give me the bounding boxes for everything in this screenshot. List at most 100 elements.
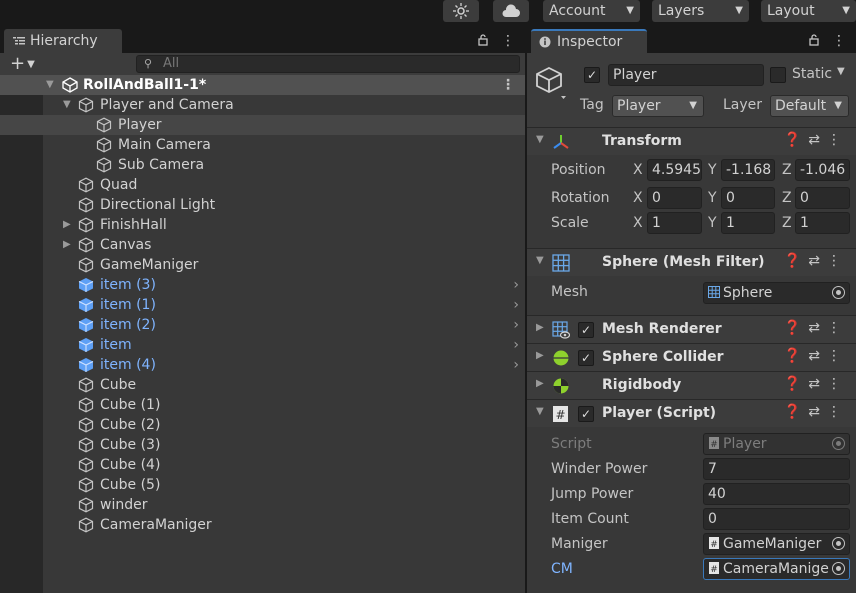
kebab-menu-icon[interactable]: ⋮ — [832, 33, 846, 49]
tab-hierarchy[interactable]: Hierarchy — [4, 29, 122, 53]
prefab-open-chevron-icon[interactable]: › — [513, 335, 519, 355]
prefab-open-chevron-icon[interactable]: › — [513, 355, 519, 375]
scale-x-field[interactable]: 1 — [647, 212, 702, 234]
lock-icon[interactable] — [477, 33, 493, 49]
mesh-filter-component-header[interactable]: ▼ Sphere (Mesh Filter) ❓⇄⋮ — [527, 248, 856, 276]
expand-arrow-icon[interactable]: ▼ — [63, 95, 71, 115]
hierarchy-item[interactable]: winder — [0, 495, 525, 515]
position-z-field[interactable]: -1.046 — [795, 159, 850, 181]
axis-z-label[interactable]: Z — [782, 162, 792, 178]
hierarchy-item[interactable]: CameraManiger — [0, 515, 525, 535]
light-icon[interactable] — [443, 0, 479, 22]
scale-z-field[interactable]: 1 — [795, 212, 850, 234]
item-count-field[interactable]: 0 — [703, 508, 850, 530]
axis-z-label[interactable]: Z — [782, 215, 792, 231]
jump-power-field[interactable]: 40 — [703, 483, 850, 505]
kebab-menu-icon[interactable]: ⋮ — [827, 320, 848, 336]
account-dropdown[interactable]: Account ▼ — [543, 0, 640, 22]
cm-object-field[interactable]: # CameraManige — [703, 558, 850, 580]
prefab-open-chevron-icon[interactable]: › — [513, 295, 519, 315]
layer-dropdown[interactable]: Default ▼ — [770, 95, 849, 117]
hierarchy-item[interactable]: Cube — [0, 375, 525, 395]
layers-dropdown[interactable]: Layers ▼ — [652, 0, 749, 22]
create-button[interactable]: + ▼ — [10, 53, 44, 75]
help-icon[interactable]: ❓ — [784, 320, 808, 336]
hierarchy-item[interactable]: Cube (3) — [0, 435, 525, 455]
hierarchy-item[interactable]: Cube (2) — [0, 415, 525, 435]
hierarchy-item[interactable]: Player — [0, 115, 525, 135]
fold-arrow-icon[interactable]: ▼ — [536, 406, 544, 417]
help-icon[interactable]: ❓ — [784, 404, 808, 420]
object-name-field[interactable]: Player — [608, 64, 764, 86]
object-picker-icon[interactable] — [832, 286, 845, 299]
layout-dropdown[interactable]: Layout ▼ — [761, 0, 856, 22]
preset-icon[interactable]: ⇄ — [808, 320, 827, 336]
axis-x-label[interactable]: X — [633, 162, 643, 178]
kebab-menu-icon[interactable]: ⋮ — [827, 253, 848, 269]
hierarchy-item[interactable]: Sub Camera — [0, 155, 525, 175]
sphere-collider-component-header[interactable]: ▶ ✓ Sphere Collider ❓⇄⋮ — [527, 343, 856, 371]
axis-y-label[interactable]: Y — [708, 162, 717, 178]
rotation-y-field[interactable]: 0 — [721, 187, 775, 209]
position-x-field[interactable]: 4.5945 — [647, 159, 702, 181]
search-input[interactable]: ⚲ All — [136, 55, 520, 73]
scene-row[interactable]: ▼ RollAndBall1-1* ⋮ — [0, 75, 525, 95]
lock-icon[interactable] — [808, 33, 820, 49]
tab-inspector[interactable]: Inspector — [531, 29, 647, 53]
transform-component-header[interactable]: ▼ Transform ❓⇄⋮ — [527, 127, 856, 155]
cloud-icon[interactable] — [493, 0, 529, 22]
kebab-menu-icon[interactable]: ⋮ — [827, 404, 848, 420]
hierarchy-item[interactable]: Cube (1) — [0, 395, 525, 415]
hierarchy-item[interactable]: Cube (4) — [0, 455, 525, 475]
help-icon[interactable]: ❓ — [784, 376, 808, 392]
active-checkbox[interactable]: ✓ — [584, 67, 600, 83]
axis-y-label[interactable]: Y — [708, 190, 717, 206]
preset-icon[interactable]: ⇄ — [808, 348, 827, 364]
component-enabled-checkbox[interactable]: ✓ — [578, 350, 594, 366]
collapse-arrow-icon[interactable]: ▶ — [63, 215, 71, 235]
hierarchy-item[interactable]: ▼ Player and Camera — [0, 95, 525, 115]
gameobject-cube-icon[interactable] — [535, 66, 569, 104]
preset-icon[interactable]: ⇄ — [808, 376, 827, 392]
kebab-menu-icon[interactable]: ⋮ — [827, 348, 848, 364]
hierarchy-item[interactable]: item (4) › — [0, 355, 525, 375]
preset-icon[interactable]: ⇄ — [808, 253, 827, 269]
mesh-object-field[interactable]: Sphere — [703, 282, 850, 304]
scale-y-field[interactable]: 1 — [721, 212, 775, 234]
hierarchy-item[interactable]: Directional Light — [0, 195, 525, 215]
kebab-menu-icon[interactable]: ⋮ — [501, 75, 515, 95]
object-picker-icon[interactable] — [832, 537, 845, 550]
axis-x-label[interactable]: X — [633, 190, 643, 206]
rotation-z-field[interactable]: 0 — [795, 187, 850, 209]
kebab-menu-icon[interactable]: ⋮ — [501, 33, 515, 49]
help-icon[interactable]: ❓ — [784, 132, 808, 148]
mesh-renderer-component-header[interactable]: ▶ ✓ Mesh Renderer ❓⇄⋮ — [527, 315, 856, 343]
position-y-field[interactable]: -1.168 — [721, 159, 775, 181]
hierarchy-item[interactable]: ▶ Canvas — [0, 235, 525, 255]
expand-arrow-icon[interactable]: ▼ — [46, 75, 54, 95]
preset-icon[interactable]: ⇄ — [808, 132, 827, 148]
maniger-object-field[interactable]: # GameManiger — [703, 533, 850, 555]
hierarchy-item[interactable]: ▶ FinishHall — [0, 215, 525, 235]
caret-down-icon[interactable]: ▼ — [837, 66, 845, 77]
kebab-menu-icon[interactable]: ⋮ — [827, 132, 848, 148]
axis-x-label[interactable]: X — [633, 215, 643, 231]
hierarchy-item[interactable]: Quad — [0, 175, 525, 195]
prefab-open-chevron-icon[interactable]: › — [513, 275, 519, 295]
hierarchy-item[interactable]: item › — [0, 335, 525, 355]
help-icon[interactable]: ❓ — [784, 348, 808, 364]
fold-arrow-icon[interactable]: ▶ — [536, 378, 544, 389]
fold-arrow-icon[interactable]: ▼ — [536, 134, 544, 145]
winder-power-field[interactable]: 7 — [703, 458, 850, 480]
object-picker-icon[interactable] — [832, 562, 845, 575]
hierarchy-item[interactable]: item (3) › — [0, 275, 525, 295]
preset-icon[interactable]: ⇄ — [808, 404, 827, 420]
rigidbody-component-header[interactable]: ▶ Rigidbody ❓⇄⋮ — [527, 371, 856, 399]
fold-arrow-icon[interactable]: ▶ — [536, 350, 544, 361]
hierarchy-item[interactable]: item (2) › — [0, 315, 525, 335]
player-script-component-header[interactable]: ▼ # ✓ Player (Script) ❓⇄⋮ — [527, 399, 856, 427]
tag-dropdown[interactable]: Player ▼ — [612, 95, 704, 117]
kebab-menu-icon[interactable]: ⋮ — [827, 376, 848, 392]
hierarchy-item[interactable]: GameManiger — [0, 255, 525, 275]
component-enabled-checkbox[interactable]: ✓ — [578, 322, 594, 338]
